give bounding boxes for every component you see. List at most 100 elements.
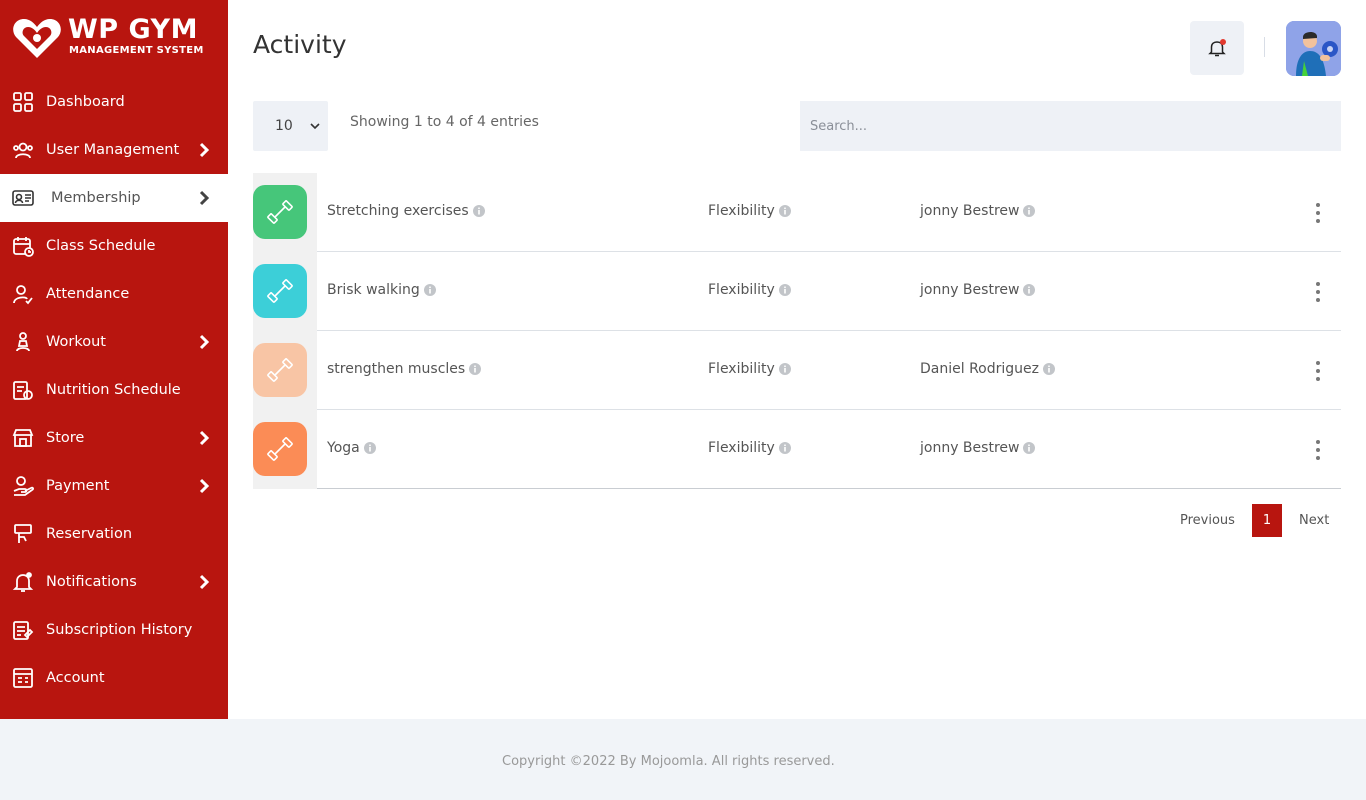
activity-category: Flexibility — [708, 361, 791, 377]
activity-table: Stretching exercises Flexibility jonny B… — [253, 173, 1341, 489]
activity-name: strengthen muscles — [327, 361, 482, 377]
info-icon[interactable] — [778, 205, 791, 217]
sidebar-item-membership[interactable]: Membership — [0, 174, 228, 222]
info-icon[interactable] — [778, 442, 791, 454]
info-icon[interactable] — [472, 205, 485, 217]
page-title: Activity — [253, 30, 347, 59]
info-icon[interactable] — [469, 363, 482, 375]
chevron-right-icon — [199, 430, 210, 446]
sidebar-item-label: Store — [46, 430, 85, 446]
sidebar-item-label: Attendance — [46, 286, 130, 302]
sidebar-item-store[interactable]: Store — [0, 414, 228, 462]
activity-assignee-text: jonny Bestrew — [920, 203, 1020, 219]
sidebar-item-account[interactable]: Account — [0, 654, 228, 702]
dumbbell-icon — [253, 343, 307, 397]
table-row[interactable]: strengthen muscles Flexibility Daniel Ro… — [253, 331, 1341, 410]
sidebar-nav: Dashboard User Management Membership Cla… — [0, 78, 228, 702]
dumbbell-icon — [253, 185, 307, 239]
calendar-icon — [12, 235, 34, 257]
row-icon-cell — [253, 331, 317, 410]
notification-button[interactable] — [1190, 21, 1244, 75]
row-actions-menu[interactable] — [1311, 280, 1325, 304]
info-icon[interactable] — [423, 284, 436, 296]
info-icon[interactable] — [778, 284, 791, 296]
sidebar-item-nutrition-schedule[interactable]: Nutrition Schedule — [0, 366, 228, 414]
activity-category-text: Flexibility — [708, 361, 775, 377]
row-actions-menu[interactable] — [1311, 201, 1325, 225]
info-icon[interactable] — [1023, 284, 1036, 296]
table-row[interactable]: Stretching exercises Flexibility jonny B… — [253, 173, 1341, 252]
activity-assignee: jonny Bestrew — [920, 440, 1036, 456]
search-input[interactable] — [800, 101, 1341, 151]
activity-assignee-text: jonny Bestrew — [920, 440, 1020, 456]
activity-assignee: Daniel Rodriguez — [920, 361, 1055, 377]
sidebar-item-label: Account — [46, 670, 105, 686]
dumbbell-icon — [253, 422, 307, 476]
account-icon — [12, 667, 34, 689]
row-actions-menu[interactable] — [1311, 438, 1325, 462]
sidebar-item-label: User Management — [46, 142, 180, 158]
footer: Copyright ©2022 By Mojoomla. All rights … — [0, 719, 1366, 800]
activity-category-text: Flexibility — [708, 282, 775, 298]
sidebar-item-notifications[interactable]: Notifications — [0, 558, 228, 606]
activity-assignee: jonny Bestrew — [920, 282, 1036, 298]
avatar[interactable] — [1286, 21, 1341, 76]
sidebar-item-subscription-history[interactable]: Subscription History — [0, 606, 228, 654]
activity-category: Flexibility — [708, 282, 791, 298]
sidebar-item-workout[interactable]: Workout — [0, 318, 228, 366]
activity-name: Brisk walking — [327, 282, 436, 298]
chevron-right-icon — [199, 478, 210, 494]
user-avatar-icon — [1286, 21, 1341, 76]
sidebar-item-attendance[interactable]: Attendance — [0, 270, 228, 318]
bell-icon — [12, 571, 34, 593]
row-icon-cell — [253, 252, 317, 331]
brand-subtitle: MANAGEMENT SYSTEM — [69, 45, 204, 56]
subscription-icon — [12, 619, 34, 641]
info-icon[interactable] — [778, 363, 791, 375]
activity-name-text: strengthen muscles — [327, 361, 466, 377]
activity-category: Flexibility — [708, 440, 791, 456]
info-icon[interactable] — [1043, 363, 1055, 375]
sidebar-item-payment[interactable]: Payment — [0, 462, 228, 510]
pagination-page-1[interactable]: 1 — [1252, 504, 1282, 537]
sidebar-item-label: Dashboard — [46, 94, 125, 110]
payment-icon — [12, 475, 34, 497]
users-icon — [12, 139, 34, 161]
sidebar-item-reservation[interactable]: Reservation — [0, 510, 228, 558]
notification-dot — [1220, 39, 1226, 45]
sidebar-item-label: Reservation — [46, 526, 133, 542]
user-check-icon — [12, 283, 34, 305]
info-icon[interactable] — [1023, 205, 1036, 217]
sidebar-item-label: Nutrition Schedule — [46, 382, 181, 398]
row-actions-menu[interactable] — [1311, 359, 1325, 383]
activity-category-text: Flexibility — [708, 203, 775, 219]
chevron-right-icon — [199, 190, 210, 206]
activity-assignee-text: jonny Bestrew — [920, 282, 1020, 298]
sidebar-item-user-management[interactable]: User Management — [0, 126, 228, 174]
activity-name: Stretching exercises — [327, 203, 485, 219]
activity-name-text: Stretching exercises — [327, 203, 469, 219]
sidebar-item-label: Class Schedule — [46, 238, 156, 254]
store-icon — [12, 427, 34, 449]
sidebar-item-label: Payment — [46, 478, 110, 494]
info-icon[interactable] — [363, 442, 376, 454]
copyright-text: Copyright ©2022 By Mojoomla. All rights … — [502, 754, 835, 769]
brand-title: WP GYM — [68, 14, 198, 45]
dumbbell-icon — [253, 264, 307, 318]
dashboard-icon — [12, 91, 34, 113]
row-icon-cell — [253, 410, 317, 489]
sidebar-item-dashboard[interactable]: Dashboard — [0, 78, 228, 126]
page-length-select[interactable]: 10 — [253, 101, 328, 151]
row-icon-cell — [253, 173, 317, 252]
table-row[interactable]: Brisk walking Flexibility jonny Bestrew — [253, 252, 1341, 331]
sidebar-item-class-schedule[interactable]: Class Schedule — [0, 222, 228, 270]
pagination-previous[interactable]: Previous — [1180, 504, 1235, 537]
pagination-next[interactable]: Next — [1299, 504, 1329, 537]
brand-logo[interactable]: WP GYM MANAGEMENT SYSTEM — [12, 14, 212, 60]
info-icon[interactable] — [1023, 442, 1036, 454]
chevron-down-icon — [310, 123, 320, 130]
table-row[interactable]: Yoga Flexibility jonny Bestrew — [253, 410, 1341, 489]
heart-logo-icon — [13, 19, 61, 58]
chevron-right-icon — [199, 142, 210, 158]
nutrition-icon — [12, 379, 34, 401]
